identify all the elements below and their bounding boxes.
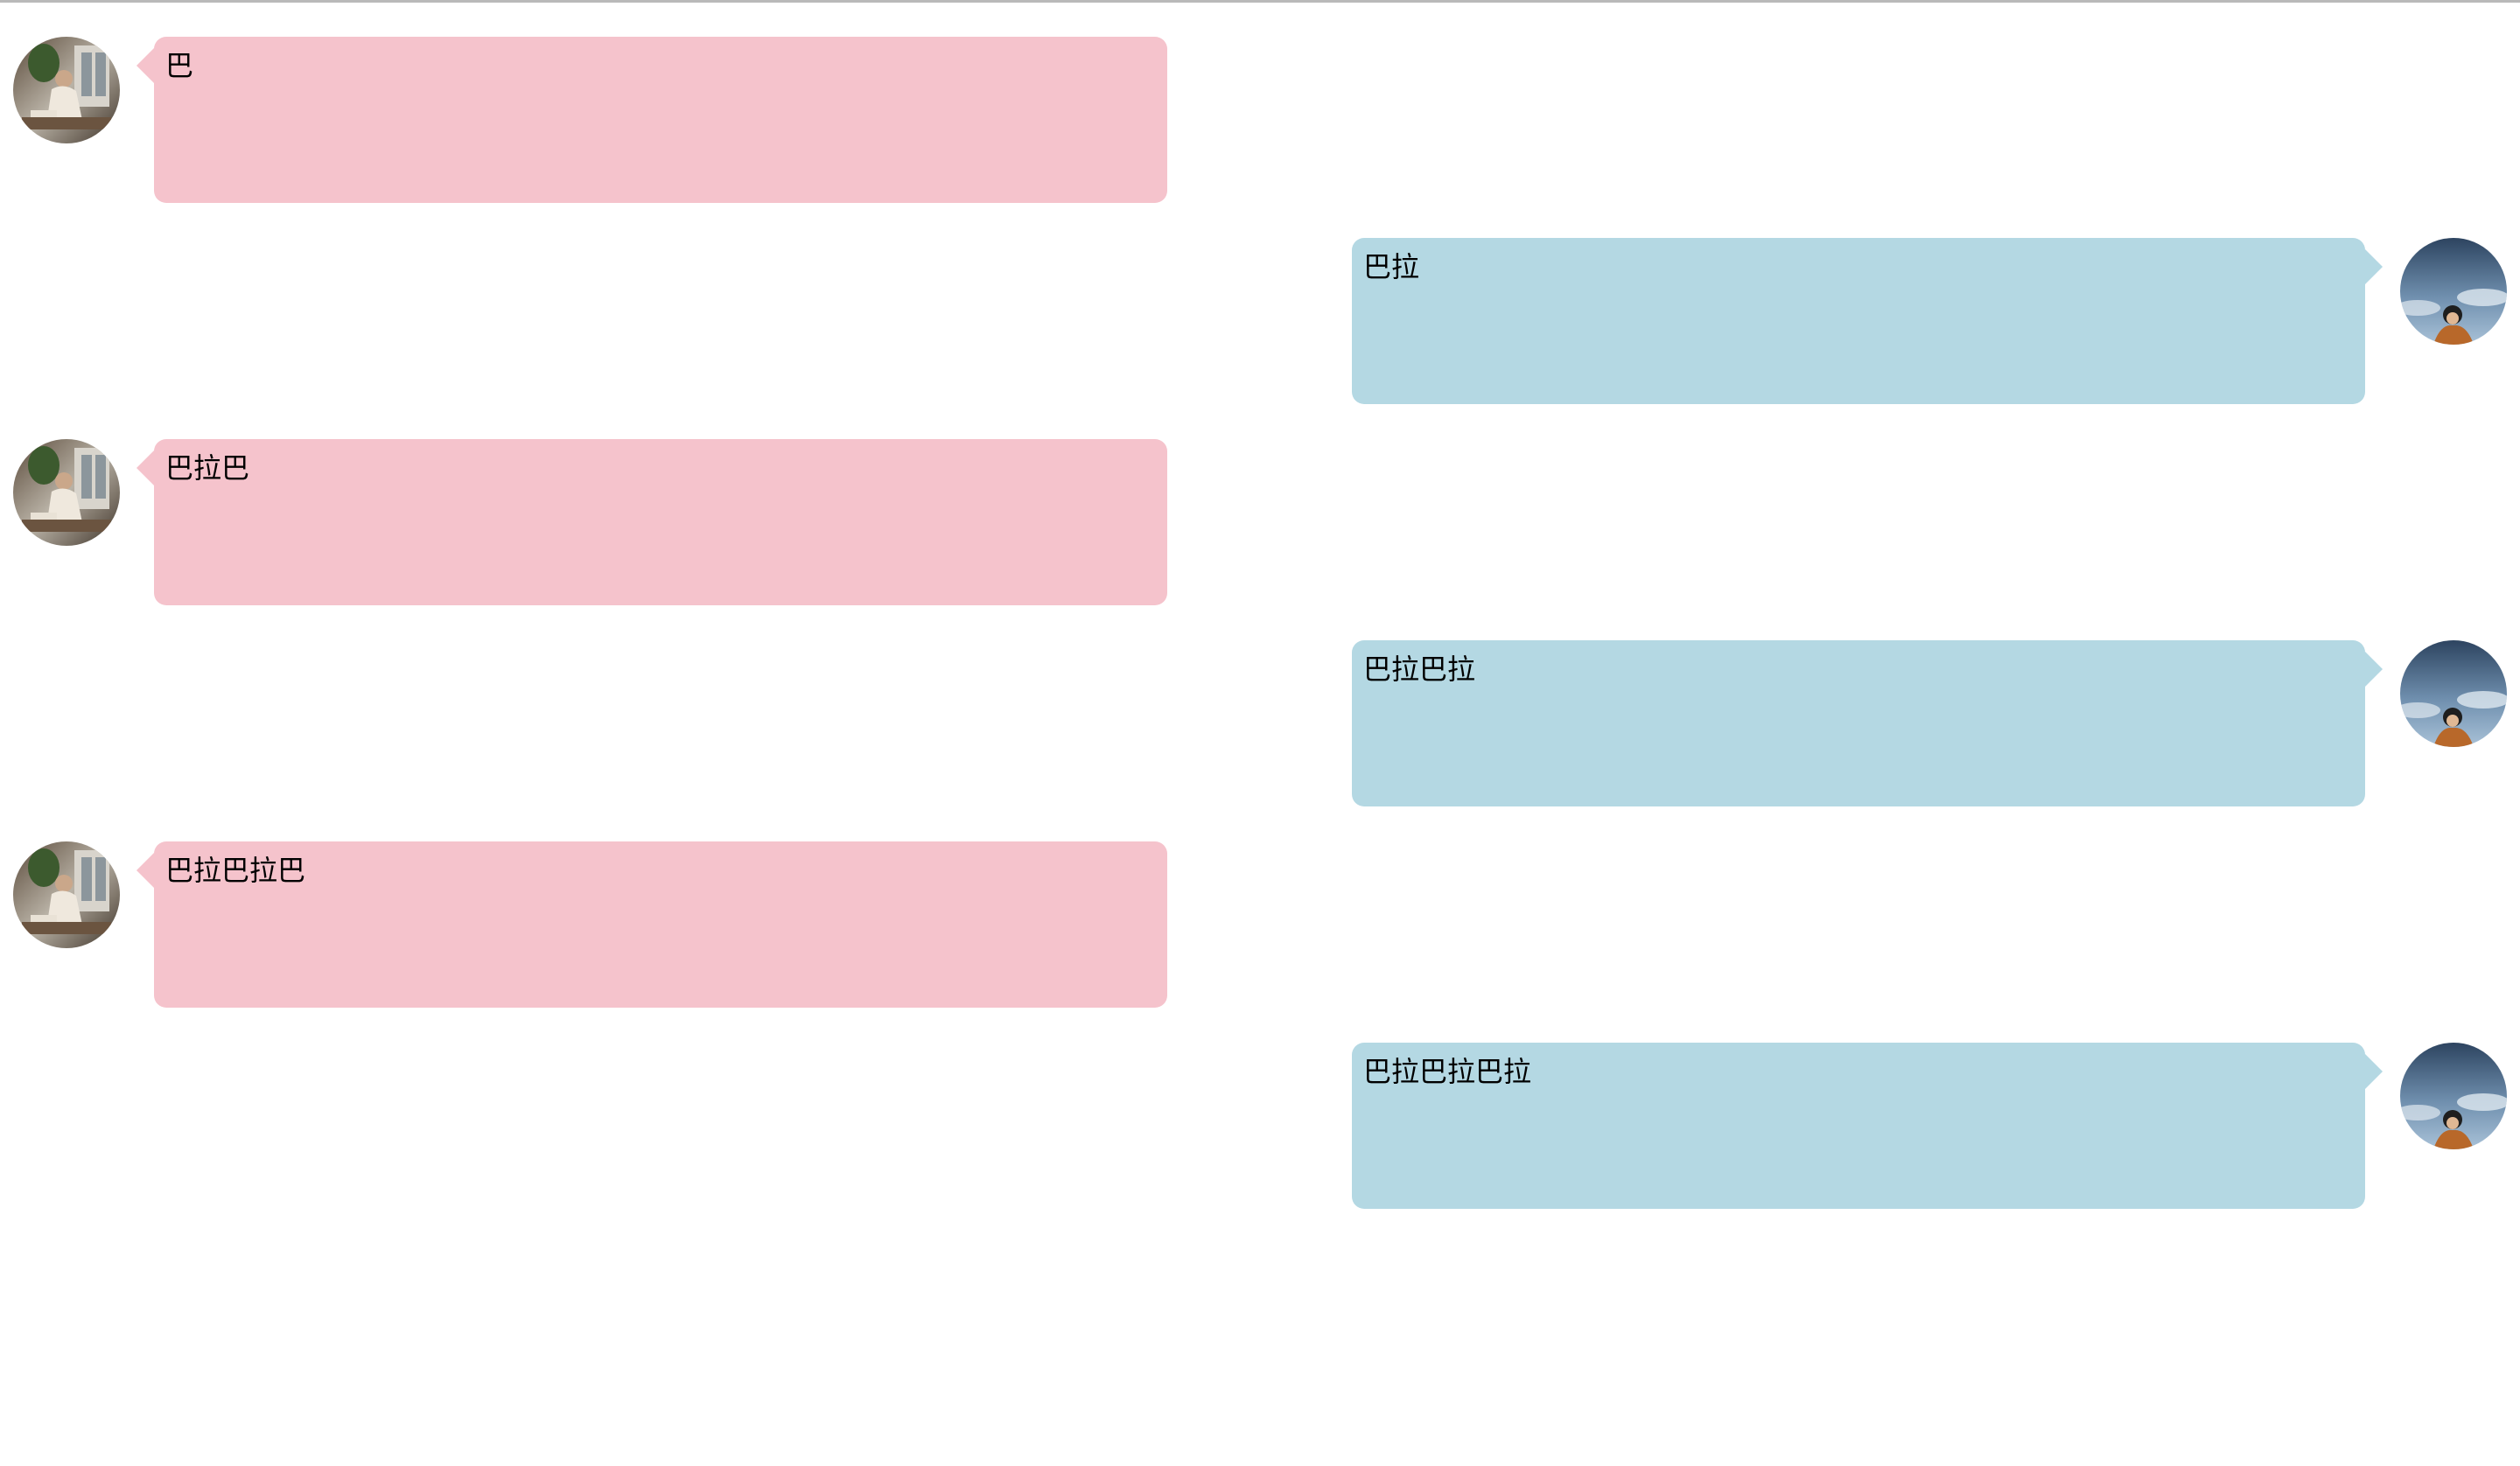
woman-photo-avatar-icon[interactable] <box>13 841 120 948</box>
message-bubble[interactable]: 巴拉巴拉 <box>1352 640 2383 806</box>
message-row-sent: 巴拉 <box>0 238 2520 404</box>
message-row-sent: 巴拉巴拉 <box>0 640 2520 806</box>
woman-photo-avatar-icon[interactable] <box>13 439 120 546</box>
message-bubble[interactable]: 巴拉巴拉巴拉 <box>1352 1043 2383 1209</box>
message-row-received: 巴拉巴拉巴 <box>0 841 2520 1008</box>
woman-photo-avatar-icon[interactable] <box>13 37 120 143</box>
message-bubble[interactable]: 巴拉巴拉巴 <box>136 841 1167 1008</box>
chat-thread: 巴 巴拉 巴拉巴 巴拉巴拉 巴拉巴拉巴 巴拉巴拉巴拉 <box>0 0 2520 1466</box>
message-text: 巴拉 <box>1363 250 1420 283</box>
message-text: 巴 <box>165 49 194 82</box>
message-text: 巴拉巴拉巴 <box>165 854 306 887</box>
message-row-received: 巴 <box>0 37 2520 203</box>
message-row-received: 巴拉巴 <box>0 439 2520 605</box>
sky-person-avatar-icon[interactable] <box>2400 1043 2507 1149</box>
message-bubble[interactable]: 巴 <box>136 37 1167 203</box>
message-text: 巴拉巴拉巴拉 <box>1363 1055 1532 1088</box>
sky-person-avatar-icon[interactable] <box>2400 640 2507 747</box>
message-text: 巴拉巴 <box>165 451 250 485</box>
message-row-sent: 巴拉巴拉巴拉 <box>0 1043 2520 1209</box>
message-bubble[interactable]: 巴拉 <box>1352 238 2383 404</box>
message-text: 巴拉巴拉 <box>1363 653 1476 686</box>
sky-person-avatar-icon[interactable] <box>2400 238 2507 345</box>
message-bubble[interactable]: 巴拉巴 <box>136 439 1167 605</box>
